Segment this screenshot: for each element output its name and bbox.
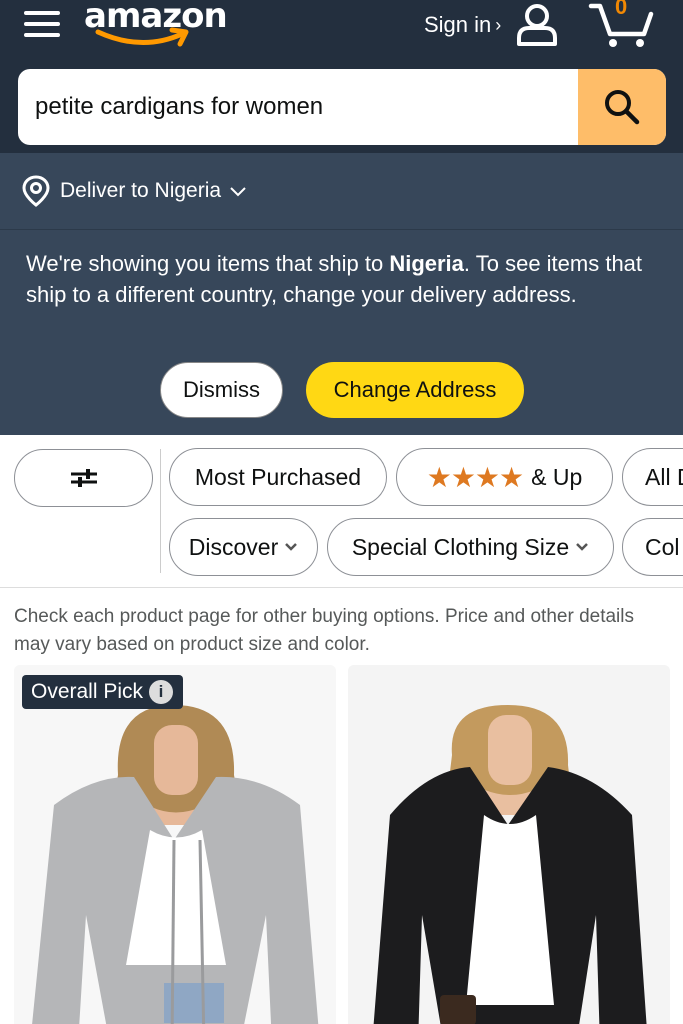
deliver-to-link[interactable]: Deliver to Nigeria — [0, 153, 683, 230]
notice-text: We're showing you items that ship to Nig… — [26, 248, 646, 310]
search-icon — [605, 90, 640, 125]
filter-discover-label: Discover — [188, 533, 279, 560]
logo-smile-icon — [95, 27, 189, 47]
chevron-down-icon — [285, 543, 298, 551]
badge-label: Overall Pick — [31, 680, 144, 703]
search-input[interactable] — [18, 69, 578, 145]
amazon-logo[interactable]: amazon — [84, 0, 234, 52]
info-icon[interactable]: i — [149, 680, 174, 704]
four-stars-icon: ★★★★ — [426, 461, 524, 493]
chevron-down-icon — [576, 543, 589, 551]
chevron-down-icon — [230, 187, 246, 197]
chevron-right-icon: › — [495, 14, 502, 35]
notice-country: Nigeria — [389, 251, 464, 276]
signin-link[interactable]: Sign in › — [424, 10, 501, 40]
filter-bar: Most Purchased ★★★★ & Up All D Discover … — [0, 435, 683, 588]
notice-text-start: We're showing you items that ship to — [26, 251, 390, 276]
product-card[interactable] — [348, 665, 670, 1024]
product-image — [348, 665, 670, 1024]
cart-count: 0 — [615, 0, 628, 19]
overall-pick-badge: Overall Pick i — [22, 675, 184, 709]
sliders-icon — [70, 469, 97, 487]
search-button[interactable] — [578, 69, 666, 145]
change-address-button[interactable]: Change Address — [306, 362, 524, 418]
location-pin-icon — [22, 175, 50, 207]
filter-most-purchased[interactable]: Most Purchased — [169, 448, 387, 506]
filter-special-size[interactable]: Special Clothing Size — [327, 518, 614, 576]
filters-button[interactable] — [14, 449, 153, 507]
top-nav: amazon Sign in › 0 — [0, 0, 683, 153]
filter-all[interactable]: All D — [622, 448, 683, 506]
filter-color-label: Col — [645, 533, 680, 560]
filter-all-label: All D — [645, 463, 683, 490]
results-disclaimer: Check each product page for other buying… — [14, 606, 634, 655]
filter-special-size-label: Special Clothing Size — [351, 533, 570, 560]
search-bar — [18, 69, 666, 145]
cart-button[interactable]: 0 — [588, 0, 654, 50]
user-icon[interactable] — [514, 2, 560, 48]
filter-color[interactable]: Col — [622, 518, 683, 576]
product-card[interactable]: Overall Pick i — [14, 665, 336, 1024]
filter-discover[interactable]: Discover — [169, 518, 318, 576]
menu-icon[interactable] — [24, 8, 62, 40]
dismiss-button[interactable]: Dismiss — [160, 362, 283, 418]
filter-rating[interactable]: ★★★★ & Up — [396, 448, 613, 506]
filter-rating-label: & Up — [531, 463, 583, 490]
filter-divider — [160, 449, 161, 573]
product-image — [14, 665, 336, 1024]
deliver-label: Deliver to Nigeria — [60, 179, 222, 202]
shipping-notice: We're showing you items that ship to Nig… — [0, 230, 683, 435]
signin-label: Sign in — [424, 12, 492, 37]
